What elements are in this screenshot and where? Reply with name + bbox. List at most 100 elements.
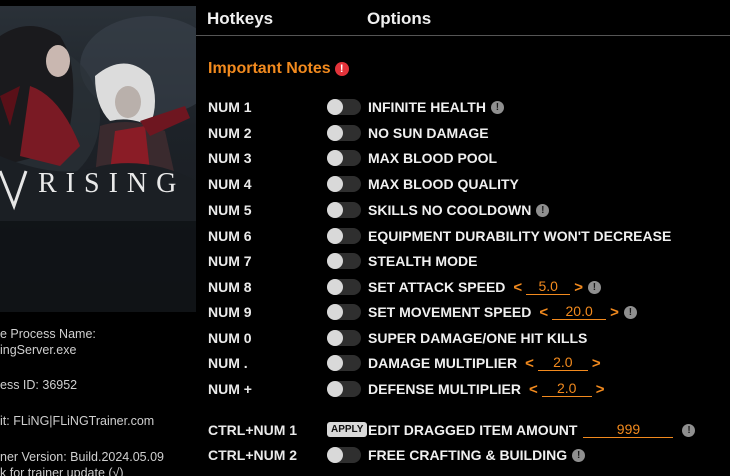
cheat-row: NUM . DAMAGE MULTIPLIER <2.0 > xyxy=(196,351,730,375)
option-name: EDIT DRAGGED ITEM AMOUNT xyxy=(368,422,578,438)
decrease-arrow-icon[interactable]: < xyxy=(539,304,548,321)
update-check-link[interactable]: k for trainer update (√) xyxy=(0,465,196,476)
toggle-switch[interactable] xyxy=(327,99,361,115)
amount-input[interactable]: 999 xyxy=(583,422,674,438)
option-name: FREE CRAFTING & BUILDING xyxy=(368,447,568,463)
option-label: INFINITE HEALTH! xyxy=(368,99,504,115)
info-icon[interactable]: ! xyxy=(587,280,601,294)
cheat-row: NUM 8 SET ATTACK SPEED <5.0 >! xyxy=(196,275,730,299)
hotkey-label: NUM 6 xyxy=(208,228,252,244)
hotkey-label: NUM . xyxy=(208,355,248,371)
hotkey-label: CTRL+NUM 1 xyxy=(208,422,298,438)
option-label: SUPER DAMAGE/ONE HIT KILLS xyxy=(368,330,587,346)
option-label: MAX BLOOD POOL xyxy=(368,150,497,166)
hotkey-label: NUM 4 xyxy=(208,176,252,192)
toggle-switch[interactable] xyxy=(327,355,361,371)
option-label: STEALTH MODE xyxy=(368,253,477,269)
option-label: EQUIPMENT DURABILITY WON'T DECREASE xyxy=(368,228,671,244)
info-icon[interactable]: ! xyxy=(623,305,637,319)
cover-artwork xyxy=(0,16,196,312)
column-header: Hotkeys Options xyxy=(196,0,730,36)
increase-arrow-icon[interactable]: > xyxy=(592,355,601,372)
important-notes-link[interactable]: Important Notes ! xyxy=(208,60,349,78)
increase-arrow-icon[interactable]: > xyxy=(596,381,605,398)
cheat-row: NUM 4 MAX BLOOD QUALITY xyxy=(196,172,730,196)
cheat-row: NUM 7 STEALTH MODE xyxy=(196,249,730,273)
cheat-row: NUM 3 MAX BLOOD POOL xyxy=(196,146,730,170)
info-icon[interactable]: ! xyxy=(536,203,550,217)
toggle-knob xyxy=(327,279,343,295)
info-icon[interactable]: ! xyxy=(682,423,696,437)
toggle-switch[interactable] xyxy=(327,228,361,244)
toggle-knob xyxy=(327,125,343,141)
toggle-knob xyxy=(327,447,343,463)
option-label: SKILLS NO COOLDOWN! xyxy=(368,202,550,218)
toggle-knob xyxy=(327,99,343,115)
toggle-switch[interactable] xyxy=(327,330,361,346)
option-name: INFINITE HEALTH xyxy=(368,99,486,115)
toggle-knob xyxy=(327,176,343,192)
option-name: NO SUN DAMAGE xyxy=(368,125,489,141)
toggle-switch[interactable] xyxy=(327,381,361,397)
cheat-row: CTRL+NUM 1 APPLY EDIT DRAGGED ITEM AMOUNT 9… xyxy=(196,418,730,442)
hotkey-label: NUM 7 xyxy=(208,253,252,269)
cheat-row: NUM 1 INFINITE HEALTH! xyxy=(196,95,730,119)
hotkey-label: NUM 9 xyxy=(208,304,252,320)
increase-arrow-icon[interactable]: > xyxy=(610,304,619,321)
decrease-arrow-icon[interactable]: < xyxy=(525,355,534,372)
cheat-row: CTRL+NUM 2 FREE CRAFTING & BUILDING! xyxy=(196,443,730,467)
info-icon[interactable]: ! xyxy=(490,100,504,114)
toggle-switch[interactable] xyxy=(327,125,361,141)
option-name: MAX BLOOD POOL xyxy=(368,150,498,166)
process-id: ess ID: 36952 xyxy=(0,378,78,392)
process-name-label: e Process Name: xyxy=(0,327,96,341)
hotkey-label: NUM 0 xyxy=(208,330,252,346)
game-cover-image: RISING xyxy=(0,6,196,312)
toggle-knob xyxy=(327,355,343,371)
toggle-switch[interactable] xyxy=(327,176,361,192)
tab-hotkeys[interactable]: Hotkeys xyxy=(207,9,273,29)
hotkey-label: NUM 2 xyxy=(208,125,252,141)
hotkey-label: NUM + xyxy=(208,381,252,397)
cheat-row: NUM 0 SUPER DAMAGE/ONE HIT KILLS xyxy=(196,326,730,350)
toggle-knob xyxy=(327,228,343,244)
right-panel: Hotkeys Options Important Notes ! NUM 1 I… xyxy=(196,0,730,476)
hotkey-label: NUM 3 xyxy=(208,150,252,166)
toggle-knob xyxy=(327,304,343,320)
value-field[interactable]: 2.0 xyxy=(541,381,592,397)
value-field[interactable]: 2.0 xyxy=(537,355,588,371)
cheat-row: NUM 9 SET MOVEMENT SPEED <20.0 >! xyxy=(196,300,730,324)
toggle-switch[interactable] xyxy=(327,304,361,320)
option-name: SET MOVEMENT SPEED xyxy=(368,304,532,320)
option-name: SUPER DAMAGE/ONE HIT KILLS xyxy=(368,330,588,346)
value-field[interactable]: 5.0 xyxy=(526,279,571,295)
info-icon[interactable]: ! xyxy=(572,448,586,462)
toggle-switch[interactable] xyxy=(327,150,361,166)
option-name: DAMAGE MULTIPLIER xyxy=(368,355,518,371)
option-label: EDIT DRAGGED ITEM AMOUNT 999! xyxy=(368,422,696,438)
option-name: SET ATTACK SPEED xyxy=(368,279,506,295)
option-name: MAX BLOOD QUALITY xyxy=(368,176,519,192)
decrease-arrow-icon[interactable]: < xyxy=(529,381,538,398)
credit-link[interactable]: it: FLiNG|FLiNGTrainer.com xyxy=(0,413,196,429)
hotkey-label: NUM 8 xyxy=(208,279,252,295)
trainer-version: ner Version: Build.2024.05.09 xyxy=(0,450,165,464)
hotkey-label: CTRL+NUM 2 xyxy=(208,447,298,463)
toggle-switch[interactable] xyxy=(327,447,361,463)
value-field[interactable]: 20.0 xyxy=(552,304,607,320)
option-label: FREE CRAFTING & BUILDING! xyxy=(368,447,586,463)
toggle-switch[interactable] xyxy=(327,279,361,295)
decrease-arrow-icon[interactable]: < xyxy=(513,279,522,296)
apply-button[interactable]: APPLY xyxy=(327,422,368,437)
left-panel: RISING e Process Name: ingServer.exe ess… xyxy=(0,0,196,476)
increase-arrow-icon[interactable]: > xyxy=(574,279,583,296)
toggle-knob xyxy=(327,253,343,269)
toggle-knob xyxy=(327,330,343,346)
option-label: DEFENSE MULTIPLIER <2.0 > xyxy=(368,381,605,398)
tab-options[interactable]: Options xyxy=(367,9,431,29)
toggle-knob xyxy=(327,202,343,218)
toggle-knob xyxy=(327,381,343,397)
option-label: NO SUN DAMAGE xyxy=(368,125,489,141)
toggle-switch[interactable] xyxy=(327,202,361,218)
toggle-switch[interactable] xyxy=(327,253,361,269)
